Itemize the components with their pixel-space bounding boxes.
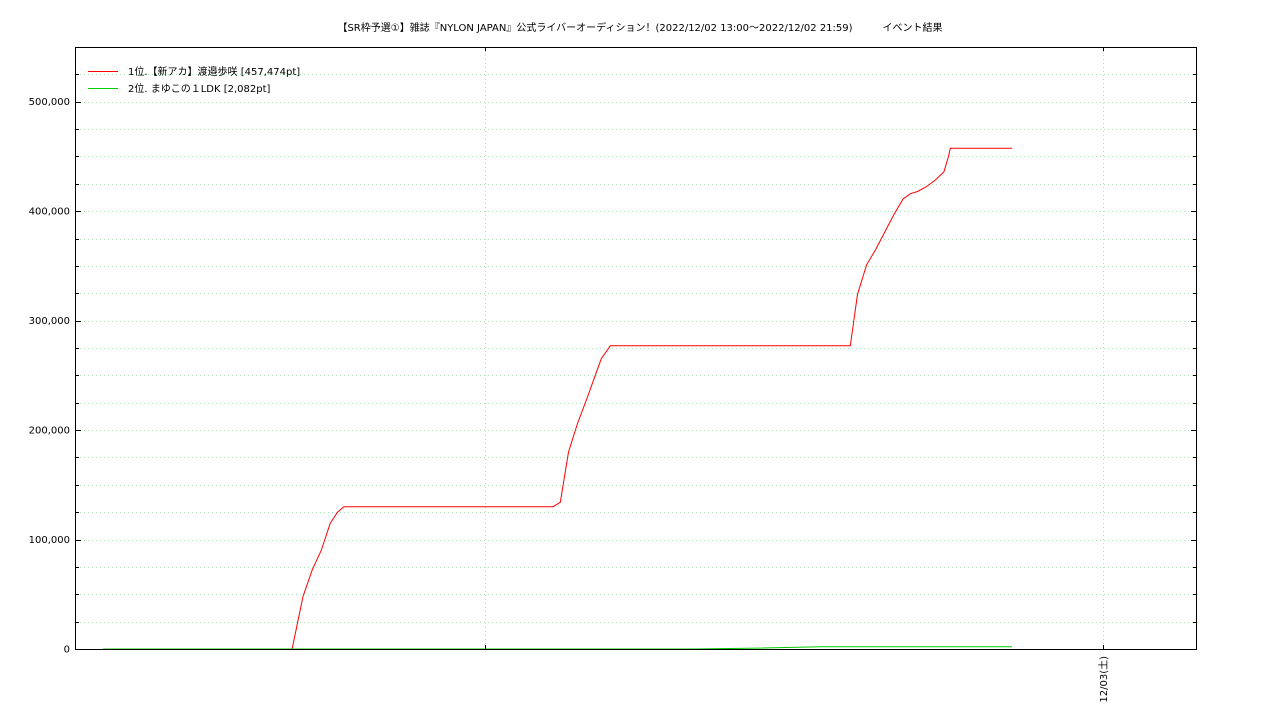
legend-label-2: 2位. まゆこの１LDK [2,082pt]	[128, 82, 271, 95]
series-layer	[103, 147, 1013, 650]
x-tick-label: 12/03(土)	[1097, 656, 1110, 703]
axis-ticks: 0 100,000 200,000 300,000 400,000 500,000 12/0…	[29, 47, 1196, 703]
y-tick-label: 300,000	[29, 316, 70, 327]
y-tick-label: 100,000	[29, 535, 70, 546]
series-line-1	[103, 147, 1013, 650]
chart-canvas: 0 100,000 200,000 300,000 400,000 500,000 12/0…	[29, 47, 1197, 703]
y-tick-label: 0	[64, 645, 70, 656]
grid	[76, 47, 1196, 649]
legend-label-1: 1位.【新アカ】渡邉歩咲 [457,474pt]	[128, 65, 300, 78]
series-line-2	[103, 646, 1013, 650]
y-tick-label: 400,000	[29, 207, 70, 218]
y-tick-label: 500,000	[29, 97, 70, 108]
y-tick-label: 200,000	[29, 426, 70, 437]
legend: 1位.【新アカ】渡邉歩咲 [457,474pt] 2位. まゆこの１LDK [2,…	[88, 65, 300, 95]
